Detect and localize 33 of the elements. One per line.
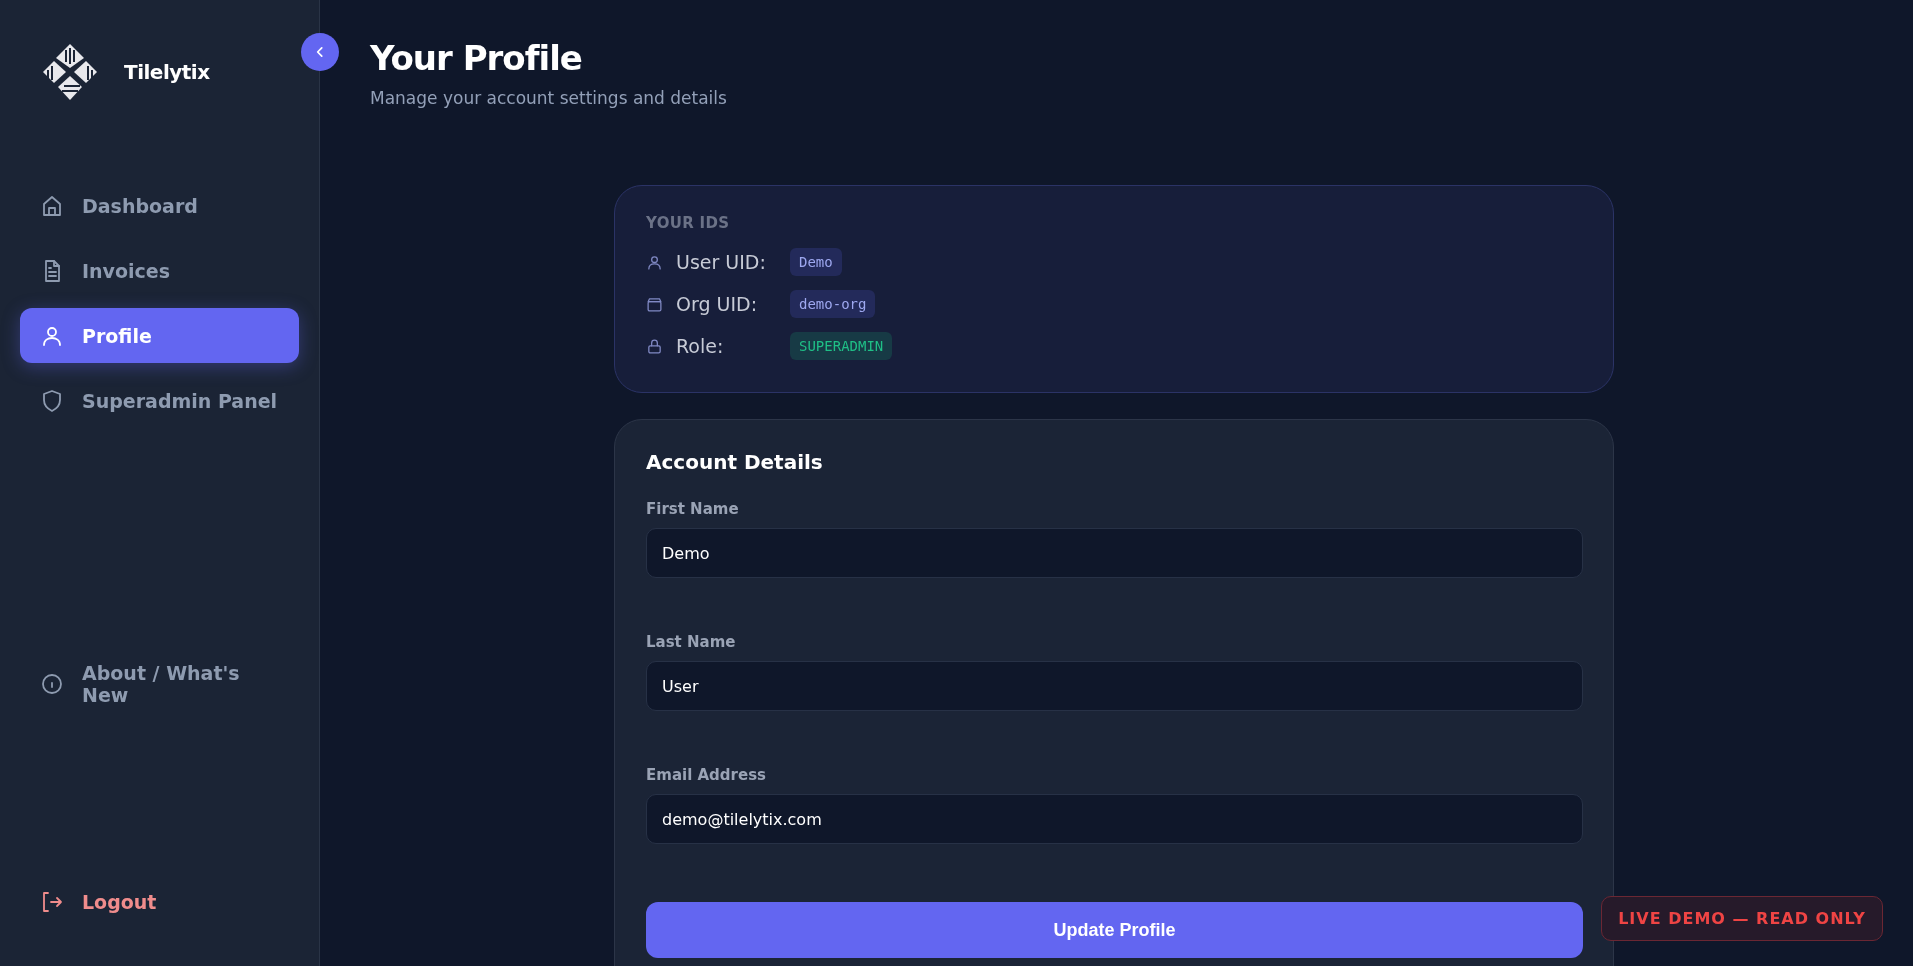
user-icon — [646, 253, 663, 271]
nav-item[interactable]: Profile — [20, 308, 299, 363]
collapse-sidebar-button[interactable] — [301, 33, 339, 71]
nav-item[interactable]: Invoices — [20, 243, 299, 298]
logout-icon — [40, 889, 64, 914]
update-profile-button[interactable]: Update Profile — [646, 902, 1583, 958]
field-label: Email Address — [646, 766, 767, 784]
text-field[interactable]: demo@tilelytix.com — [646, 794, 1583, 844]
field-label: Last Name — [646, 633, 737, 651]
role-tag: SUPERADMIN — [790, 332, 893, 360]
id-tag: Demo — [790, 248, 842, 276]
box-icon — [646, 295, 663, 313]
nav-item[interactable]: Dashboard — [20, 178, 299, 233]
page-subtitle: Manage your account settings and details — [370, 88, 728, 108]
info-icon — [40, 671, 64, 696]
shield-icon — [40, 388, 64, 413]
id-tag: demo-org — [790, 290, 876, 318]
section-heading: YOUR IDS — [646, 214, 731, 232]
logout-link[interactable]: Logout — [20, 874, 299, 929]
nav-item[interactable]: Superadmin Panel — [20, 373, 299, 428]
page-title: Your Profile — [370, 38, 583, 78]
field-label: Org UID: — [676, 293, 759, 315]
home-icon — [40, 193, 64, 218]
nav-item[interactable]: About / What's New — [20, 656, 299, 711]
demo-badge: LIVE DEMO — READ ONLY — [1601, 896, 1883, 941]
field-label: User UID: — [676, 251, 767, 273]
brand-name: Tilelytix — [124, 60, 210, 84]
text-field[interactable]: User — [646, 661, 1583, 711]
field-label: Role: — [676, 335, 725, 357]
text-field[interactable]: Demo — [646, 528, 1583, 578]
card-title: Account Details — [646, 450, 824, 474]
field-label: First Name — [646, 500, 740, 518]
lock-icon — [646, 337, 663, 355]
